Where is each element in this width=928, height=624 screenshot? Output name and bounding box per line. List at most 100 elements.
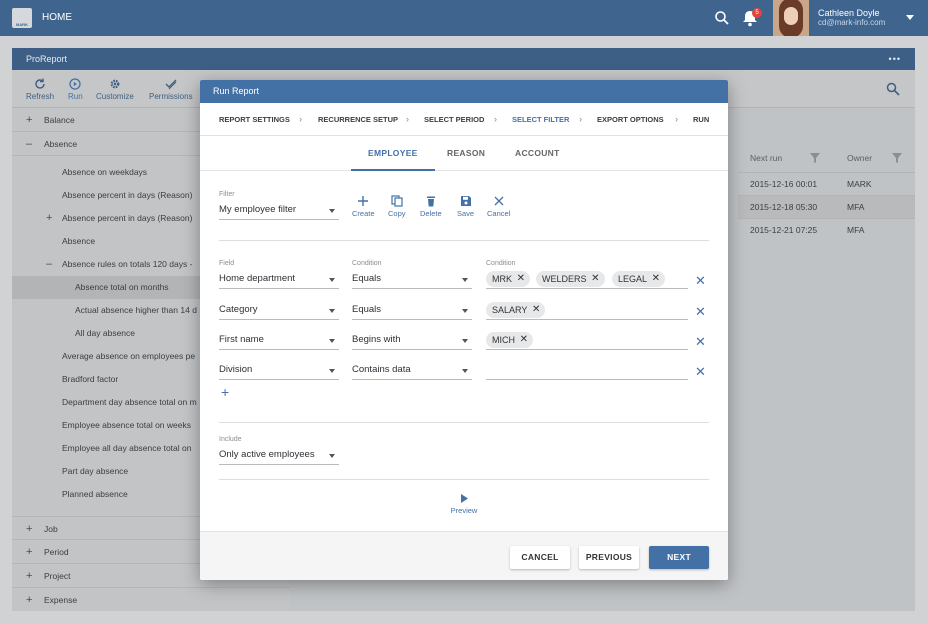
- step-recurrence-setup[interactable]: RECURRENCE SETUP: [318, 115, 398, 124]
- create-label: Create: [352, 209, 375, 218]
- expand-icon[interactable]: +: [26, 108, 32, 132]
- collapse-icon[interactable]: –: [46, 253, 52, 276]
- chip[interactable]: SALARY ✕: [486, 302, 546, 318]
- field-select[interactable]: Home department: [219, 271, 339, 289]
- owner-cell: MFA: [847, 225, 865, 235]
- tree-group-label: Expense: [44, 595, 78, 605]
- next-button[interactable]: NEXT: [649, 546, 709, 569]
- app-logo[interactable]: MARK: [12, 8, 32, 28]
- cancel-filter-button[interactable]: Cancel: [487, 195, 510, 218]
- table-row-selected[interactable]: 2015-12-18 05:30 MFA: [738, 195, 915, 218]
- delete-filter-button[interactable]: Delete: [420, 195, 442, 218]
- expand-icon[interactable]: +: [26, 588, 32, 612]
- step-report-settings[interactable]: REPORT SETTINGS: [219, 115, 290, 124]
- condition-value: Equals: [352, 273, 382, 284]
- logo-text: MARK: [16, 22, 28, 27]
- chip-label: SALARY: [492, 305, 528, 315]
- search-icon[interactable]: [714, 10, 730, 26]
- tree-group-label: Absence: [44, 139, 78, 149]
- preview-button[interactable]: Preview: [449, 494, 479, 515]
- tree-group-label: Project: [44, 571, 71, 581]
- value-chips[interactable]: MICH ✕: [486, 332, 688, 350]
- condition-select[interactable]: Contains data: [352, 362, 472, 380]
- reports-grid: Next run Owner 2015-12-16 00:01 MARK 2015…: [738, 146, 915, 235]
- remove-row-icon[interactable]: ✕: [695, 334, 706, 350]
- step-run[interactable]: RUN: [693, 115, 709, 124]
- table-row[interactable]: 2015-12-16 00:01 MARK: [738, 172, 915, 195]
- condition-select[interactable]: Begins with: [352, 332, 472, 350]
- notification-badge: 5: [752, 8, 762, 18]
- chevron-down-icon: [329, 369, 335, 373]
- tab-employee[interactable]: EMPLOYEE: [368, 148, 418, 158]
- include-select[interactable]: Only active employees: [219, 447, 339, 465]
- filter-select[interactable]: My employee filter: [219, 202, 339, 220]
- chip[interactable]: LEGAL ✕: [612, 271, 666, 287]
- search-icon[interactable]: [886, 82, 900, 96]
- step-select-filter[interactable]: SELECT FILTER: [512, 115, 569, 124]
- expand-icon[interactable]: +: [46, 207, 52, 230]
- value-chips[interactable]: SALARY ✕: [486, 302, 688, 320]
- field-select[interactable]: First name: [219, 332, 339, 350]
- remove-row-icon[interactable]: ✕: [695, 304, 706, 320]
- chip[interactable]: MRK ✕: [486, 271, 530, 287]
- close-icon[interactable]: ✕: [532, 302, 540, 318]
- copy-filter-button[interactable]: Copy: [388, 195, 406, 218]
- step-export-options[interactable]: EXPORT OPTIONS: [597, 115, 664, 124]
- user-menu-caret-icon[interactable]: [906, 15, 914, 20]
- more-menu-icon[interactable]: •••: [889, 48, 901, 70]
- filter-icon[interactable]: [892, 153, 902, 163]
- field-select[interactable]: Category: [219, 302, 339, 320]
- home-link[interactable]: HOME: [42, 12, 72, 23]
- value-chips[interactable]: MRK ✕ WELDERS ✕ LEGAL ✕: [486, 271, 688, 289]
- column-header-owner[interactable]: Owner: [847, 146, 872, 170]
- remove-row-icon[interactable]: ✕: [695, 364, 706, 380]
- permissions-button[interactable]: Permissions: [149, 78, 193, 101]
- step-select-period[interactable]: SELECT PERIOD: [424, 115, 484, 124]
- close-icon[interactable]: ✕: [652, 271, 660, 287]
- close-icon[interactable]: ✕: [517, 271, 525, 287]
- column-header-next-run[interactable]: Next run: [750, 146, 782, 170]
- chip[interactable]: WELDERS ✕: [536, 271, 605, 287]
- run-button[interactable]: Run: [68, 78, 83, 101]
- avatar[interactable]: [773, 0, 809, 36]
- collapse-icon[interactable]: –: [26, 132, 32, 156]
- permissions-label: Permissions: [149, 92, 193, 101]
- add-row-icon[interactable]: +: [221, 384, 229, 400]
- play-icon: [69, 78, 81, 90]
- condition-select[interactable]: Equals: [352, 302, 472, 320]
- close-icon[interactable]: ✕: [520, 332, 528, 348]
- field-value: Home department: [219, 273, 296, 284]
- table-row[interactable]: 2015-12-21 07:25 MFA: [738, 218, 915, 241]
- copy-icon: [391, 195, 403, 207]
- condition-column-label: Condition: [352, 260, 382, 267]
- value-chips[interactable]: [486, 362, 688, 380]
- expand-icon[interactable]: +: [26, 540, 32, 564]
- save-filter-button[interactable]: Save: [457, 195, 474, 218]
- tab-account[interactable]: ACCOUNT: [515, 148, 560, 158]
- user-email: cd@mark-info.com: [818, 18, 886, 27]
- next-run-cell: 2015-12-21 07:25: [750, 225, 818, 235]
- save-label: Save: [457, 209, 475, 218]
- remove-row-icon[interactable]: ✕: [695, 273, 706, 289]
- condition-select[interactable]: Equals: [352, 271, 472, 289]
- cancel-button[interactable]: CANCEL: [510, 546, 570, 569]
- expand-icon[interactable]: +: [26, 517, 32, 541]
- close-icon[interactable]: ✕: [591, 271, 599, 287]
- chevron-right-icon: ›: [299, 114, 302, 124]
- field-select[interactable]: Division: [219, 362, 339, 380]
- customize-button[interactable]: Customize: [96, 78, 134, 101]
- next-run-cell: 2015-12-16 00:01: [750, 179, 818, 189]
- tree-group-expense[interactable]: + Expense: [12, 588, 290, 612]
- create-filter-button[interactable]: Create: [352, 195, 375, 218]
- chip[interactable]: MICH ✕: [486, 332, 533, 348]
- chevron-right-icon: ›: [675, 114, 678, 124]
- owner-cell: MARK: [847, 179, 872, 189]
- app-title: ProReport: [26, 54, 68, 64]
- tab-reason[interactable]: REASON: [447, 148, 485, 158]
- expand-icon[interactable]: +: [26, 564, 32, 588]
- previous-button[interactable]: PREVIOUS: [579, 546, 639, 569]
- filter-icon[interactable]: [810, 153, 820, 163]
- tree-group-label: Balance: [44, 115, 75, 125]
- refresh-button[interactable]: Refresh: [26, 78, 54, 101]
- dialog-title: Run Report: [200, 80, 728, 103]
